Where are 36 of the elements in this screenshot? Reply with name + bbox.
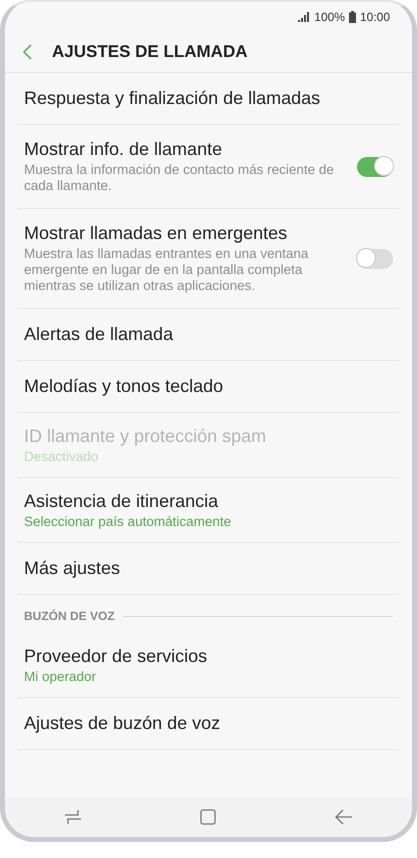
toggle-switch[interactable] [357, 248, 393, 268]
settings-item[interactable]: Más ajustes [18, 543, 399, 595]
settings-item[interactable]: Mostrar info. de llamante Muestra la información de contacto más reciente de cada llamante. [18, 125, 399, 209]
item-title: Respuesta y finalización de llamadas [24, 88, 322, 109]
settings-item[interactable]: Melodías y tonos teclado [18, 361, 399, 413]
settings-item[interactable]: Respuesta y finalización de llamadas [18, 73, 399, 125]
item-title: Proveedor de servicios [24, 646, 208, 667]
home-icon[interactable] [200, 809, 216, 825]
item-subtitle: Desactivado [24, 449, 100, 464]
signal-icon [298, 12, 310, 22]
item-title: Mostrar llamadas en emergentes [24, 223, 288, 244]
item-title: Melodías y tonos teclado [24, 376, 224, 397]
item-title: Mostrar info. de llamante [24, 139, 224, 160]
screen-title: AJUSTES DE LLAMADA [52, 42, 248, 62]
item-subtitle: Mi operador [24, 669, 98, 684]
back-icon[interactable] [23, 44, 32, 60]
item-title: Alertas de llamada [24, 324, 174, 345]
battery-percentage: 100% [314, 10, 345, 24]
settings-item[interactable]: Proveedor de servicios Mi operador [18, 633, 399, 698]
item-title: Más ajustes [24, 558, 122, 579]
item-description: Muestra las llamadas entrantes en una ventana emergente en lugar de en la pantalla completa mientras se utilizan otras aplicaciones. [24, 246, 310, 294]
toggle-switch[interactable] [357, 156, 393, 176]
battery-icon [348, 11, 356, 23]
clock: 10:00 [360, 10, 390, 24]
item-description: Muestra la información de contacto más reciente de cada llamante. [24, 162, 335, 194]
settings-item[interactable]: Asistencia de itinerancia Seleccionar país automáticamente [18, 478, 399, 543]
item-title: Asistencia de itinerancia [24, 491, 220, 512]
recent-apps-icon[interactable] [64, 809, 82, 825]
item-title: ID llamante y protección spam [24, 426, 268, 447]
back-arrow-icon[interactable] [334, 809, 353, 825]
settings-item[interactable]: Mostrar llamadas en emergentes Muestra las llamadas entrantes en una ventana emergente en lugar de en la pantalla completa mientras se utilizan otras aplicaciones. [18, 209, 399, 309]
item-subtitle: Seleccionar país automáticamente [24, 514, 232, 529]
settings-item[interactable]: Alertas de llamada [18, 309, 399, 361]
section-header: BUZÓN DE VOZ [24, 609, 115, 623]
settings-item[interactable]: Ajustes de buzón de voz [18, 698, 399, 750]
item-title: Ajustes de buzón de voz [24, 713, 222, 734]
